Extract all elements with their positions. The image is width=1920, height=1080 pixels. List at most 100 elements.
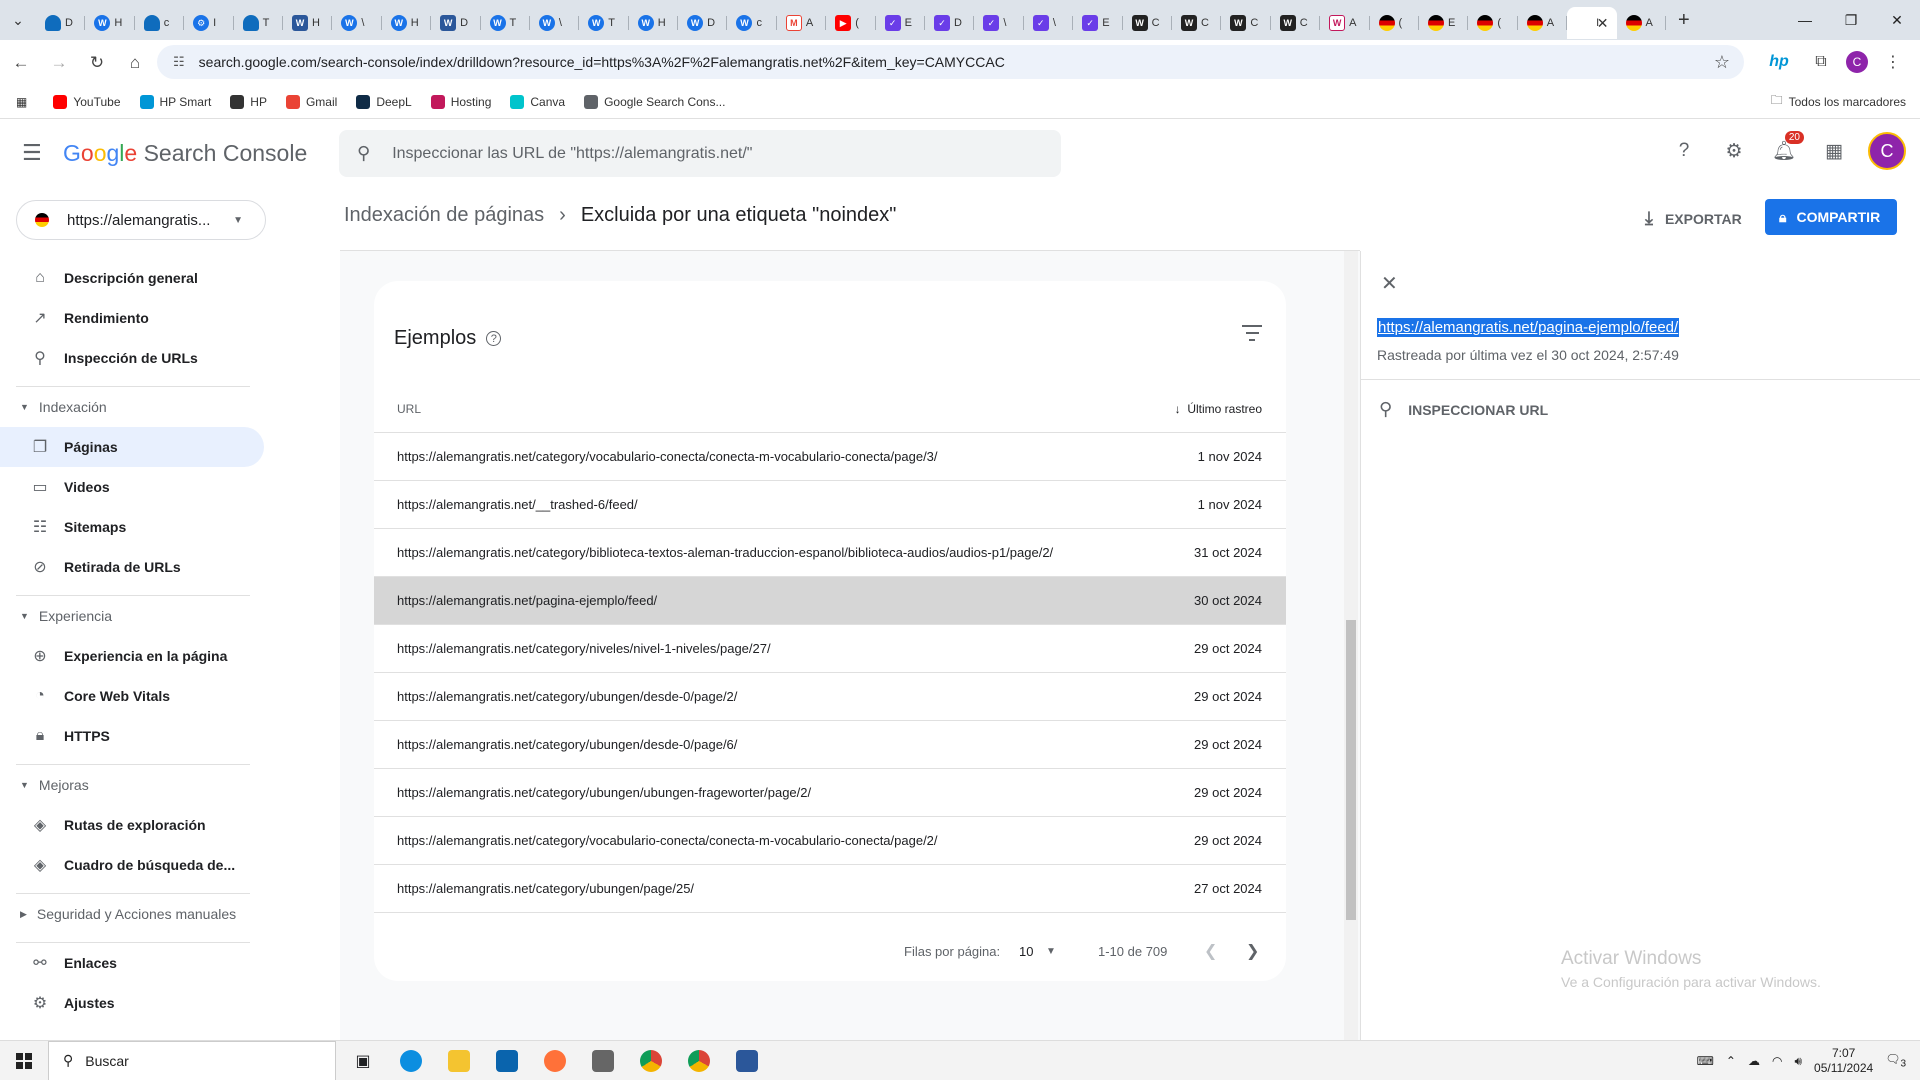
table-row[interactable]: https://alemangratis.net/pagina-ejemplo/… [374, 577, 1286, 625]
column-header-url[interactable]: URL [374, 402, 421, 416]
bookmark-star-icon[interactable]: ☆ [1714, 52, 1730, 73]
browser-tab[interactable]: WH [85, 7, 135, 39]
dropdown-caret-icon[interactable]: ▼ [1046, 946, 1056, 957]
sidebar-item-overview[interactable]: ⌂ Descripción general [0, 258, 264, 298]
help-icon[interactable]: ? [1668, 135, 1700, 167]
google-search-console-logo[interactable]: Google Search Console [63, 140, 307, 167]
menu-dots-icon[interactable]: ⋮ [1876, 45, 1910, 79]
previous-page-icon[interactable]: ❮ [1204, 941, 1217, 961]
browser-tab[interactable]: WC [1271, 7, 1321, 39]
tab-search-icon[interactable]: ⌄ [0, 0, 36, 40]
edge-icon[interactable] [394, 1045, 428, 1077]
rows-per-page-select[interactable]: 10 [1019, 944, 1033, 959]
account-avatar[interactable]: C [1868, 132, 1906, 170]
browser-tab[interactable]: I ✕ [1567, 7, 1617, 39]
browser-tab[interactable]: WT [579, 7, 629, 39]
wifi-icon[interactable]: ◠ [1772, 1054, 1782, 1068]
property-selector[interactable]: https://alemangratis... ▼ [16, 200, 266, 240]
taskbar-search[interactable]: ⚲ Buscar [48, 1040, 336, 1080]
browser-tab[interactable]: WH [629, 7, 679, 39]
address-bar[interactable]: ☷ search.google.com/search-console/index… [157, 45, 1744, 79]
browser-tab[interactable]: MA [777, 7, 827, 39]
scrollbar-thumb[interactable] [1346, 620, 1356, 920]
table-row[interactable]: https://alemangratis.net/category/ubunge… [374, 865, 1286, 913]
browser-tab[interactable]: W \ [332, 7, 382, 39]
onedrive-tray-icon[interactable]: ☁ [1748, 1054, 1760, 1068]
chrome-profile-icon[interactable] [682, 1045, 716, 1077]
word-icon[interactable] [730, 1045, 764, 1077]
breadcrumb-parent[interactable]: Indexación de páginas [344, 204, 544, 227]
browser-tab[interactable]: A [1518, 7, 1568, 39]
bookmark-item[interactable]: Hosting [430, 94, 491, 109]
sidebar-item-url-inspection[interactable]: ⚲ Inspección de URLs [0, 338, 264, 378]
url-inspection-search[interactable]: ⚲ Inspeccionar las URL de "https://alema… [339, 130, 1061, 177]
browser-tab[interactable]: WA [1320, 7, 1370, 39]
google-apps-icon[interactable]: ▦ [1818, 135, 1850, 167]
column-header-last-crawl[interactable]: ↓ Último rastreo [1175, 402, 1262, 416]
browser-tab[interactable]: ✓ \ [1024, 7, 1074, 39]
camera-icon[interactable] [586, 1045, 620, 1077]
firefox-icon[interactable] [538, 1045, 572, 1077]
help-icon[interactable]: ? [486, 331, 502, 346]
windows-start-icon[interactable] [0, 1041, 48, 1080]
sidebar-item-core-web-vitals[interactable]: ◔ Core Web Vitals [0, 676, 264, 716]
browser-tab[interactable]: WC [1172, 7, 1222, 39]
close-icon[interactable]: ✕ [1381, 271, 1398, 296]
bookmark-item[interactable]: YouTube [53, 94, 121, 109]
sidebar-item-sitelinks-searchbox[interactable]: ◈ Cuadro de búsqueda de... [0, 845, 264, 885]
restore-icon[interactable]: ❐ [1828, 0, 1874, 40]
panel-url-link[interactable]: https://alemangratis.net/pagina-ejemplo/… [1377, 318, 1680, 337]
user-settings-icon[interactable]: ⚙ [1718, 135, 1750, 167]
table-row[interactable]: https://alemangratis.net/category/ubunge… [374, 673, 1286, 721]
new-tab-icon[interactable]: + [1666, 0, 1702, 40]
sidebar-item-breadcrumbs[interactable]: ◈ Rutas de exploración [0, 805, 264, 845]
bookmark-item[interactable]: HP Smart [139, 94, 211, 109]
browser-tab[interactable]: ✓ \ [974, 7, 1024, 39]
browser-tab[interactable]: c [135, 7, 185, 39]
browser-tab[interactable]: Wc [727, 7, 777, 39]
browser-tab[interactable]: ⚙ I [184, 7, 234, 39]
home-icon[interactable]: ⌂ [118, 46, 152, 80]
nav-group-experience[interactable]: ▼ Experiencia [0, 596, 270, 636]
sidebar-item-https[interactable]: 🔒︎ HTTPS [0, 716, 264, 756]
browser-tab[interactable]: WD [431, 7, 481, 39]
browser-tab[interactable]: ✓ E [1073, 7, 1123, 39]
bookmark-item[interactable]: Canva [510, 94, 565, 109]
browser-tab[interactable]: WD [678, 7, 728, 39]
clock[interactable]: 7:07 05/11/2024 [1814, 1046, 1873, 1076]
nav-group-security[interactable]: ▶ Seguridad y Acciones manuales [0, 894, 270, 934]
nav-group-indexing[interactable]: ▼ Indexación [0, 387, 270, 427]
table-row[interactable]: https://alemangratis.net/category/ubunge… [374, 721, 1286, 769]
extensions-icon[interactable]: ⧉ [1804, 45, 1838, 79]
browser-tab[interactable]: D [36, 7, 86, 39]
hp-extension-icon[interactable]: hp [1762, 45, 1796, 79]
sidebar-item-settings[interactable]: ⚙ Ajustes [0, 983, 264, 1023]
sidebar-item-removals[interactable]: ⊘ Retirada de URLs [0, 547, 264, 587]
bookmark-item[interactable]: Google Search Cons... [584, 94, 725, 109]
chevron-up-icon[interactable]: ⌃ [1726, 1054, 1736, 1068]
filter-icon[interactable] [1242, 325, 1262, 341]
browser-tab[interactable]: WH [283, 7, 333, 39]
browser-tab[interactable]: WC [1221, 7, 1271, 39]
browser-tab[interactable]: ✓ E [876, 7, 926, 39]
nav-group-enhancements[interactable]: ▼ Mejoras [0, 765, 270, 805]
browser-tab[interactable]: ▶( [826, 7, 876, 39]
browser-tab[interactable]: WT [481, 7, 530, 39]
sidebar-item-videos[interactable]: ▭ Videos [0, 467, 264, 507]
all-bookmarks[interactable]: 🗀 Todos los marcadores [1771, 91, 1906, 112]
close-window-icon[interactable]: ✕ [1874, 0, 1920, 40]
browser-tab[interactable]: WC [1123, 7, 1172, 39]
notifications-icon[interactable]: 🔔︎ 20 [1768, 131, 1804, 167]
apps-grid-icon[interactable]: ▦ [16, 95, 27, 109]
outlook-icon[interactable] [490, 1045, 524, 1077]
bookmark-item[interactable]: HP [230, 94, 267, 109]
export-button[interactable]: ⤓ EXPORTAR [1645, 208, 1742, 229]
reload-icon[interactable]: ↻ [80, 46, 114, 80]
file-explorer-icon[interactable] [442, 1045, 476, 1077]
inspect-url-button[interactable]: ⚲ INSPECCIONAR URL [1379, 399, 1548, 420]
sidebar-item-links[interactable]: ⚯ Enlaces [0, 943, 264, 983]
task-view-icon[interactable]: ▣ [346, 1045, 380, 1077]
chrome-icon[interactable] [634, 1045, 668, 1077]
bookmark-item[interactable]: Gmail [285, 94, 337, 109]
share-button[interactable]: 🔒︎ COMPARTIR [1765, 199, 1897, 235]
